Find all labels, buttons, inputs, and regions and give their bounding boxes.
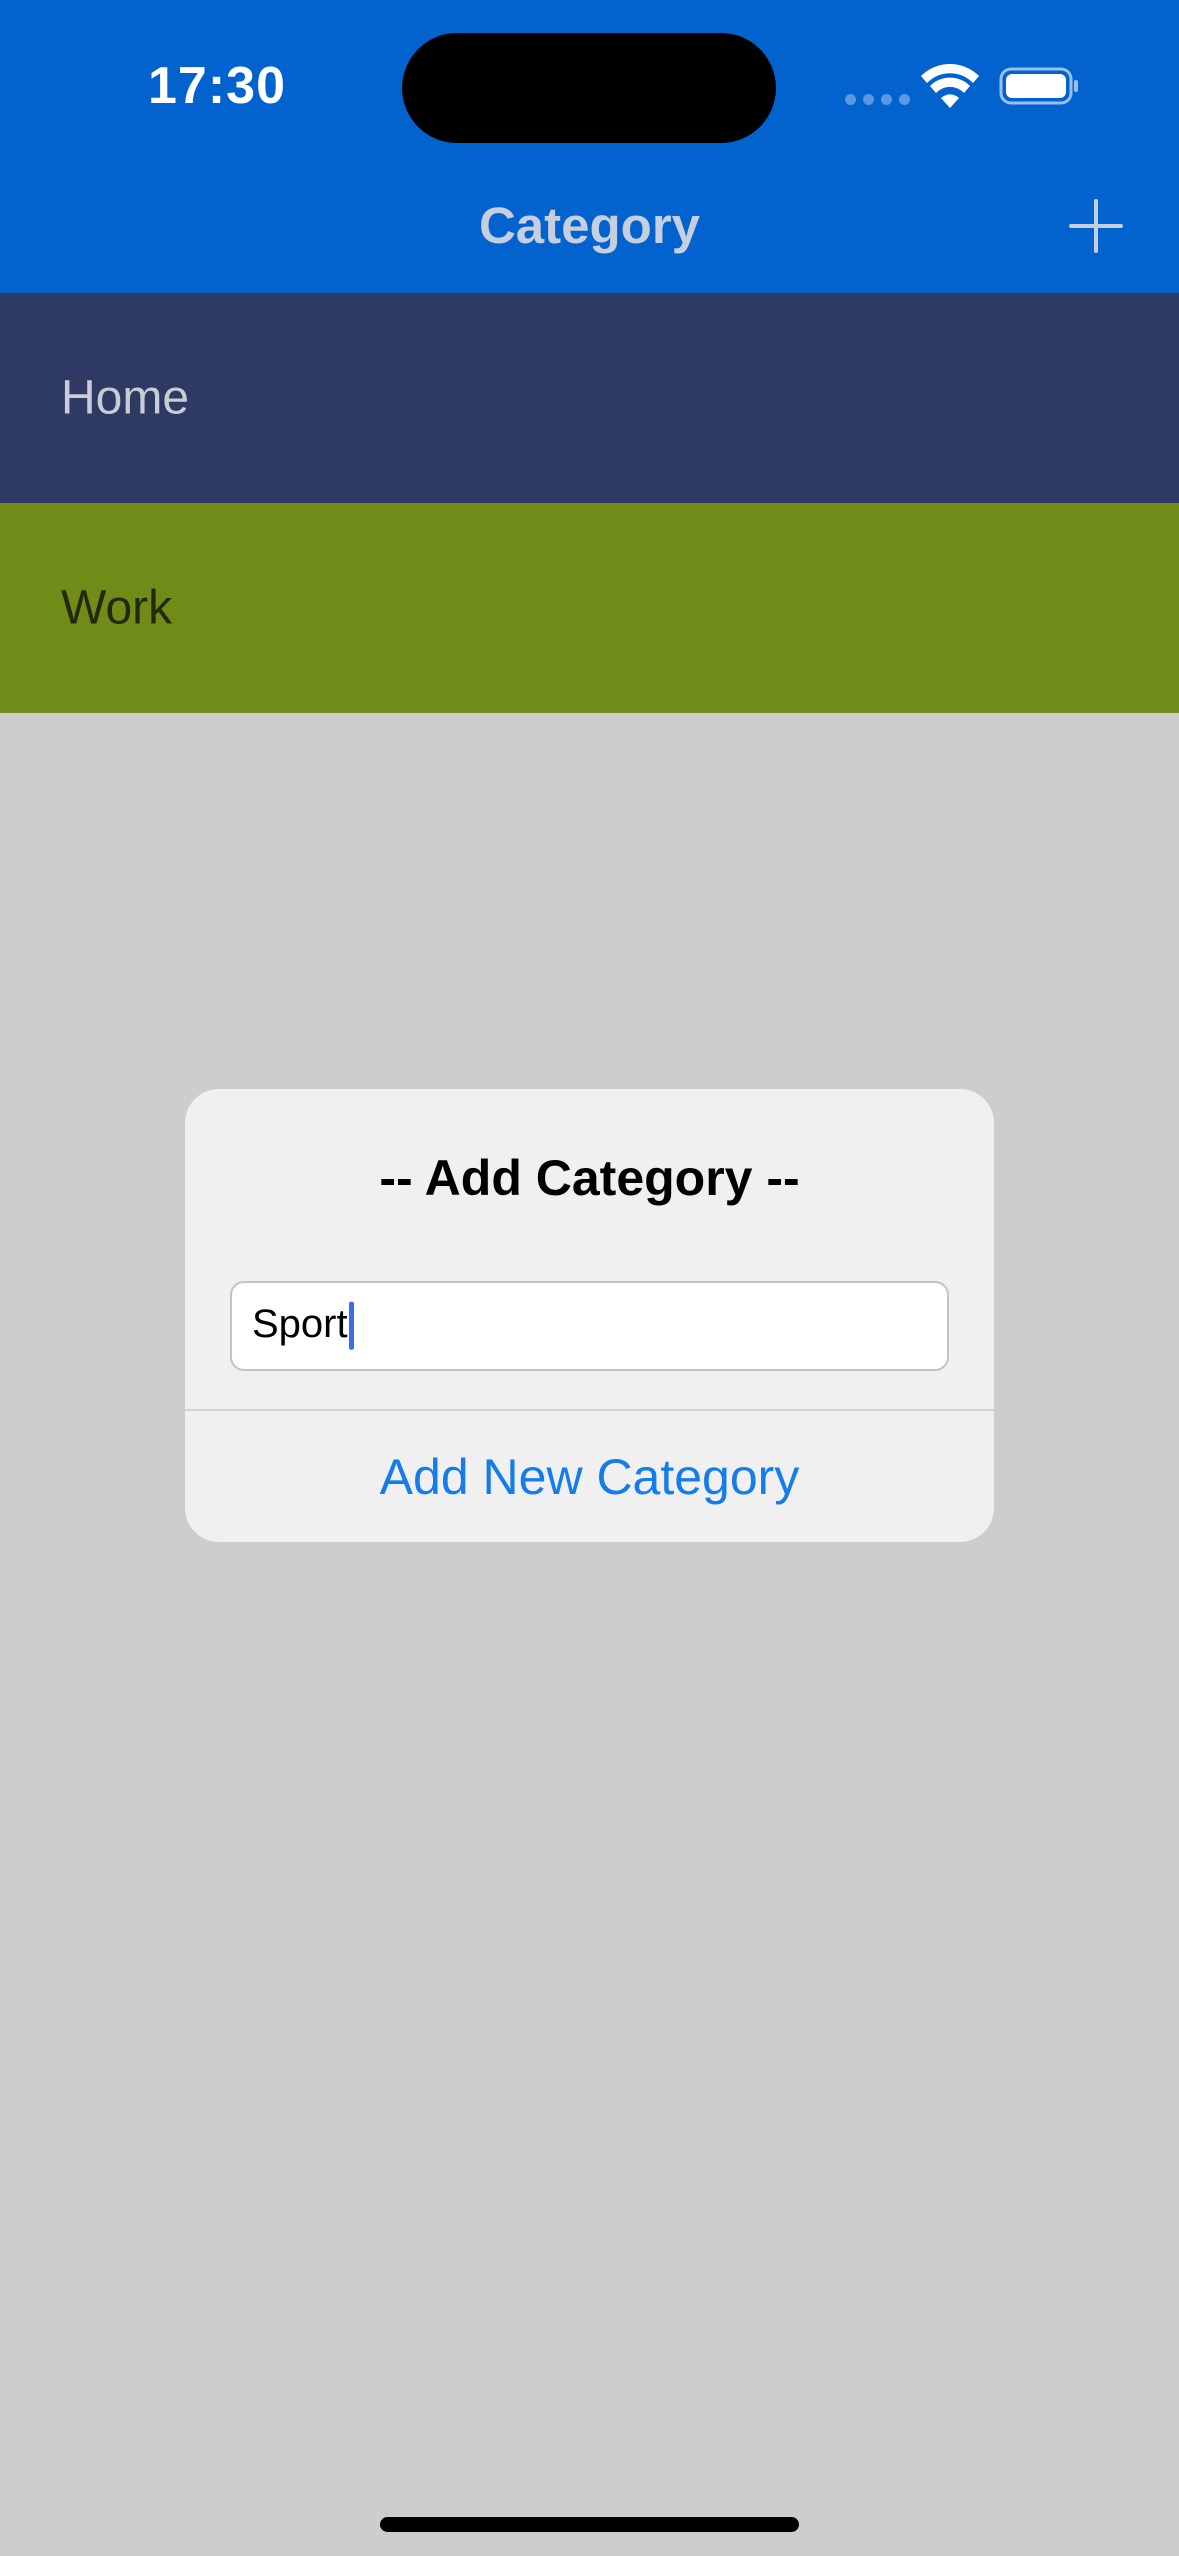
category-label: Home [61, 371, 190, 425]
dynamic-island [402, 33, 776, 143]
add-new-category-button[interactable]: Add New Category [185, 1411, 994, 1542]
battery-icon [999, 67, 1078, 105]
app-screen: 17:30 Category Home Work -- Add Category… [0, 0, 1179, 2556]
home-indicator[interactable] [380, 2517, 799, 2532]
dialog-title: -- Add Category -- [379, 1150, 800, 1206]
cellular-signal-icon [845, 94, 910, 105]
modal-backdrop [0, 713, 1179, 2556]
page-title: Category [478, 197, 701, 254]
category-name-input[interactable]: Sport [230, 1281, 949, 1371]
status-time: 17:30 [148, 57, 286, 115]
wifi-icon [921, 64, 979, 108]
add-category-dialog: -- Add Category -- Sport Add New Categor… [185, 1089, 994, 1542]
input-value: Sport [252, 1301, 348, 1346]
category-label: Work [61, 581, 173, 635]
navigation-header: 17:30 Category [0, 0, 1179, 293]
add-category-button[interactable] [1066, 196, 1126, 256]
category-row-home[interactable]: Home [0, 293, 1179, 503]
plus-icon [1069, 199, 1123, 253]
category-row-work[interactable]: Work [0, 503, 1179, 713]
text-caret [348, 1302, 354, 1351]
